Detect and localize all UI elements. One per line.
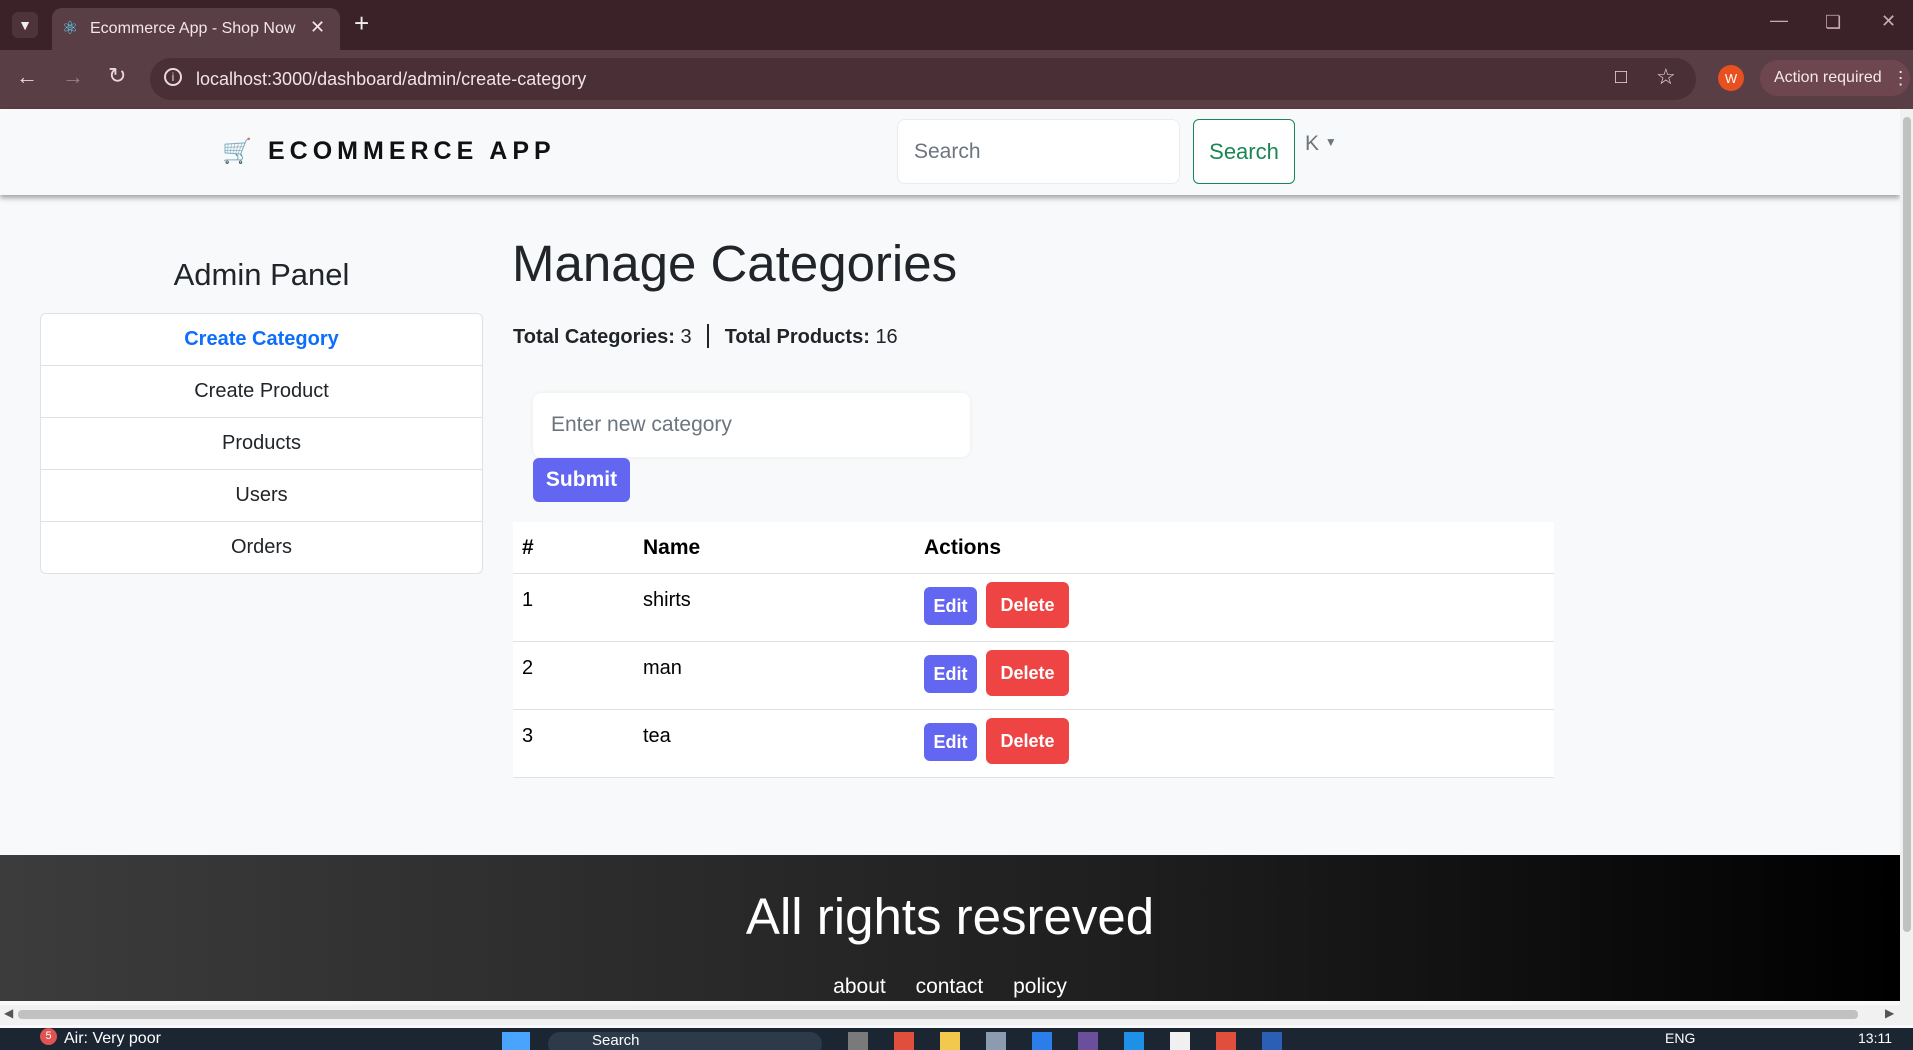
delete-button[interactable]: Delete bbox=[986, 582, 1069, 628]
footer-link-about[interactable]: about bbox=[833, 975, 886, 998]
taskbar-search[interactable]: Search bbox=[548, 1032, 822, 1050]
products-count-label: Total Products: bbox=[724, 326, 870, 348]
horizontal-scroll-thumb[interactable] bbox=[18, 1010, 1858, 1019]
admin-panel-title: Admin Panel bbox=[173, 257, 350, 292]
url-text[interactable]: localhost:3000/dashboard/admin/create-ca… bbox=[196, 69, 586, 90]
back-icon[interactable]: ← bbox=[16, 64, 38, 90]
action-required-button[interactable]: Action required ⋮ bbox=[1760, 60, 1910, 96]
close-window-icon[interactable]: ✕ bbox=[1881, 11, 1896, 32]
edit-button[interactable]: Edit bbox=[924, 723, 977, 761]
footer-title: All rights resreved bbox=[745, 888, 1155, 945]
browser-tab[interactable]: ⚛ Ecommerce App - Shop Now ✕ bbox=[52, 8, 340, 50]
sidebar-item-users[interactable]: Users bbox=[41, 470, 482, 522]
start-icon[interactable] bbox=[502, 1032, 530, 1050]
restore-icon[interactable]: ❏ bbox=[1825, 12, 1841, 33]
table-row: 1 shirts Edit Delete bbox=[513, 574, 1554, 642]
header-name: Name bbox=[643, 536, 701, 559]
os-taskbar: 5 Air: Very poor Search ENG 13:11 bbox=[0, 1028, 1913, 1050]
app-icons bbox=[848, 1032, 1368, 1050]
table-row: 2 man Edit Delete bbox=[513, 642, 1554, 710]
scroll-right-icon[interactable]: ▶ bbox=[1885, 1006, 1894, 1020]
stats-summary: Total Categories: 3 Total Products: 16 bbox=[513, 324, 898, 349]
forward-icon[interactable]: → bbox=[62, 64, 84, 90]
vertical-scrollbar[interactable] bbox=[1900, 109, 1913, 1005]
categories-count: 3 bbox=[680, 326, 692, 348]
categories-table: # Name Actions 1 shirts Edit Delete 2 ma… bbox=[513, 522, 1554, 778]
user-initial: K bbox=[1305, 132, 1320, 155]
row-index: 3 bbox=[522, 725, 534, 747]
clock[interactable]: 13:11 bbox=[1858, 1030, 1892, 1046]
row-name: tea bbox=[643, 725, 671, 747]
taskbar-search-label: Search bbox=[592, 1032, 640, 1049]
header-actions: Actions bbox=[924, 536, 1002, 559]
footer-link-contact[interactable]: contact bbox=[916, 975, 984, 998]
brand-name[interactable]: ECOMMERCE APP bbox=[268, 137, 556, 166]
products-count: 16 bbox=[875, 326, 898, 348]
cart-icon: 🛒 bbox=[222, 138, 252, 165]
user-dropdown[interactable]: K ▼ bbox=[1305, 132, 1337, 156]
sidebar-item-create-product[interactable]: Create Product bbox=[41, 366, 482, 418]
address-bar[interactable]: i localhost:3000/dashboard/admin/create-… bbox=[150, 58, 1696, 100]
search-button[interactable]: Search bbox=[1193, 119, 1295, 184]
browser-titlebar: ▼ ⚛ Ecommerce App - Shop Now ✕ + — ❏ ✕ bbox=[0, 0, 1913, 50]
react-favicon-icon: ⚛ bbox=[62, 18, 79, 38]
caret-down-icon: ▼ bbox=[1324, 135, 1337, 149]
profile-avatar[interactable]: W bbox=[1718, 65, 1744, 91]
delete-button[interactable]: Delete bbox=[986, 650, 1069, 696]
search-input[interactable]: Search bbox=[897, 119, 1180, 184]
menu-kebab-icon[interactable]: ⋮ bbox=[1892, 68, 1910, 89]
horizontal-scrollbar[interactable]: ◀ ▶ bbox=[0, 1005, 1913, 1025]
sidebar-item-create-category[interactable]: Create Category bbox=[41, 314, 482, 366]
admin-sidebar: Create Category Create Product Products … bbox=[40, 313, 483, 574]
install-app-icon[interactable]: □ bbox=[1615, 66, 1627, 89]
bookmark-star-icon[interactable]: ☆ bbox=[1656, 64, 1676, 90]
submit-button[interactable]: Submit bbox=[533, 458, 630, 502]
row-name: shirts bbox=[643, 589, 691, 611]
vertical-scroll-thumb[interactable] bbox=[1903, 117, 1911, 932]
edit-button[interactable]: Edit bbox=[924, 655, 977, 693]
action-required-label: Action required bbox=[1774, 69, 1882, 86]
reload-icon[interactable]: ↻ bbox=[108, 63, 126, 89]
weather-text[interactable]: Air: Very poor bbox=[64, 1030, 161, 1048]
categories-count-label: Total Categories: bbox=[513, 326, 675, 348]
weather-badge: 5 bbox=[40, 1028, 57, 1045]
tab-title: Ecommerce App - Shop Now bbox=[90, 20, 296, 37]
site-footer: All rights resreved about contact policy bbox=[0, 855, 1900, 1001]
edit-button[interactable]: Edit bbox=[924, 587, 977, 625]
page-title: Manage Categories bbox=[512, 235, 958, 292]
footer-links: about contact policy bbox=[0, 975, 1900, 999]
row-name: man bbox=[643, 657, 682, 679]
tab-close-icon[interactable]: ✕ bbox=[310, 17, 325, 38]
delete-button[interactable]: Delete bbox=[986, 718, 1069, 764]
footer-link-policy[interactable]: policy bbox=[1013, 975, 1067, 998]
row-index: 1 bbox=[522, 589, 534, 611]
new-tab-icon[interactable]: + bbox=[354, 8, 369, 39]
row-index: 2 bbox=[522, 657, 534, 679]
minimize-icon[interactable]: — bbox=[1770, 10, 1788, 31]
language-indicator[interactable]: ENG bbox=[1665, 1030, 1695, 1046]
stats-divider bbox=[707, 324, 710, 348]
sidebar-item-products[interactable]: Products bbox=[41, 418, 482, 470]
table-header-row: # Name Actions bbox=[513, 522, 1554, 574]
header-index: # bbox=[522, 536, 534, 559]
table-row: 3 tea Edit Delete bbox=[513, 710, 1554, 778]
sidebar-item-orders[interactable]: Orders bbox=[41, 522, 482, 573]
scroll-left-icon[interactable]: ◀ bbox=[4, 1006, 13, 1020]
new-category-input[interactable]: Enter new category bbox=[533, 393, 970, 457]
site-info-icon[interactable]: i bbox=[164, 68, 182, 86]
tab-list-chevron-icon[interactable]: ▼ bbox=[12, 12, 38, 38]
